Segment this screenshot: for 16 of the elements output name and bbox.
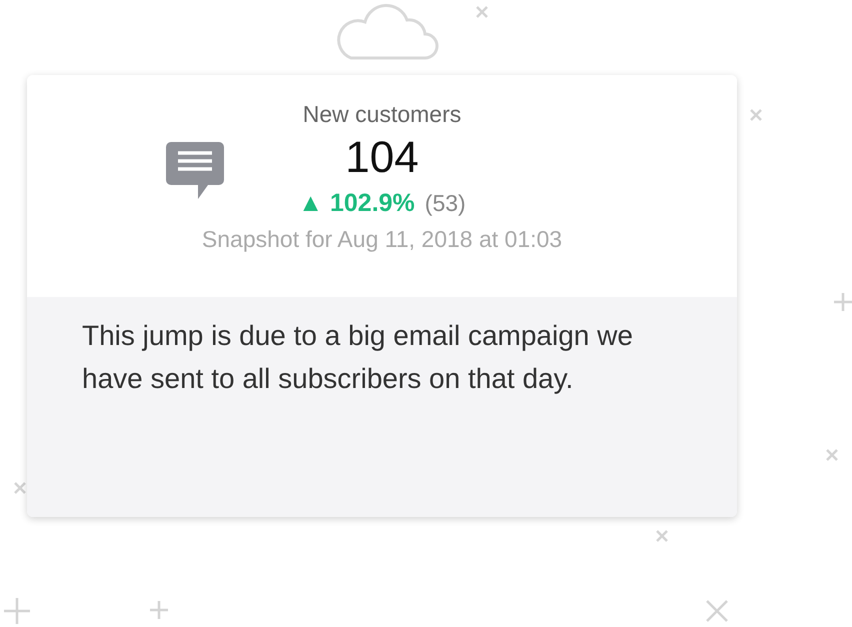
note-text: This jump is due to a big email campaign we have sent to all subscribers on that day. <box>82 319 634 396</box>
change-percent: ▲ 102.9% <box>298 188 415 219</box>
speech-bubble-icon <box>166 142 224 199</box>
cross-icon <box>706 600 728 622</box>
plus-icon <box>150 601 168 619</box>
cross-icon <box>750 109 762 121</box>
cross-icon <box>656 530 668 542</box>
plus-icon <box>834 293 852 311</box>
metric-title: New customers <box>302 100 462 128</box>
cross-icon <box>476 6 488 18</box>
cross-icon <box>14 482 26 494</box>
plus-icon <box>4 598 30 624</box>
cross-icon <box>826 449 838 461</box>
metric-value: 104 <box>345 133 419 183</box>
snapshot-date: Snapshot for Aug 11, 2018 at 01:03 <box>202 225 562 254</box>
previous-value: (53) <box>424 190 466 217</box>
